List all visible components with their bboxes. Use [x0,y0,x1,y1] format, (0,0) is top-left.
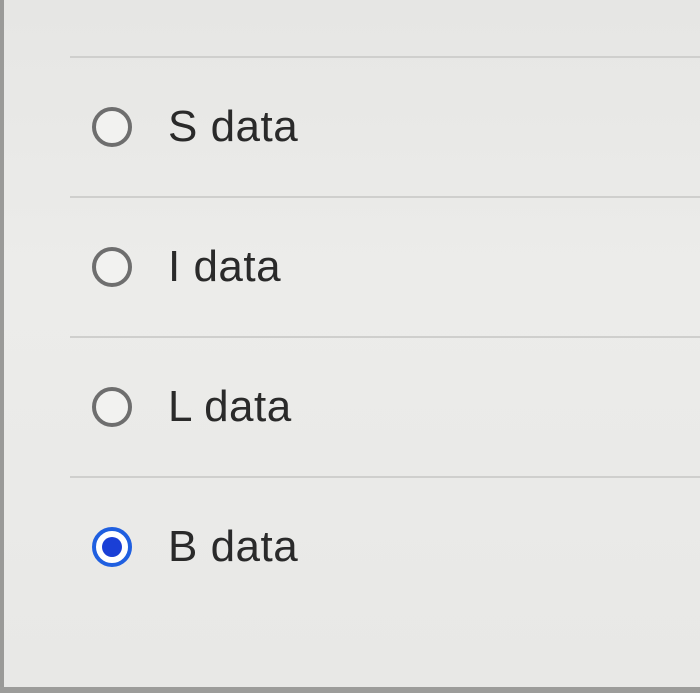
option-label-l-data: L data [168,382,292,431]
option-i-data[interactable]: I data [70,198,700,336]
quiz-screen: S data I data L data B data [0,0,700,693]
radio-button-s-data[interactable] [92,107,132,147]
radio-button-i-data[interactable] [92,247,132,287]
answer-options: S data I data L data B data [70,56,700,616]
panel-bottom-border [0,687,700,693]
radio-button-b-data-selected[interactable] [92,527,132,567]
option-label-s-data: S data [168,102,299,151]
option-s-data[interactable]: S data [70,58,700,196]
option-label-b-data: B data [168,522,299,571]
radio-button-l-data[interactable] [92,387,132,427]
option-b-data[interactable]: B data [70,478,700,616]
option-label-i-data: I data [168,242,282,291]
panel-left-border [0,0,4,693]
option-l-data[interactable]: L data [70,338,700,476]
